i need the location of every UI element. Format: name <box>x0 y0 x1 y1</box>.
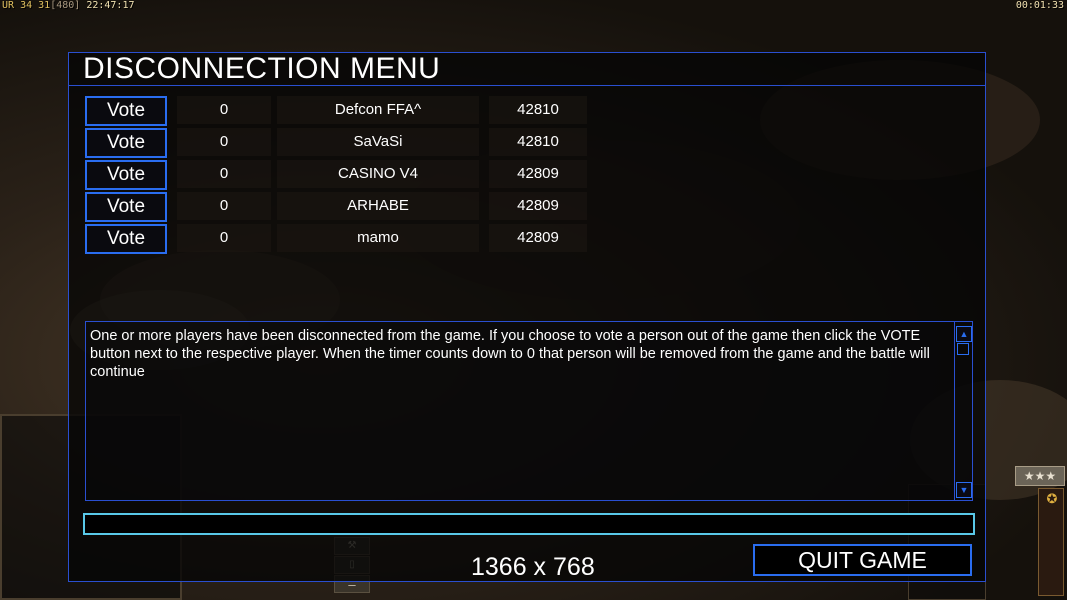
player-name: Defcon FFA^ <box>277 96 479 124</box>
player-ping: 42810 <box>489 128 587 156</box>
scroll-thumb[interactable] <box>957 343 969 355</box>
message-scrollbar[interactable]: ▲ ▼ <box>954 322 972 500</box>
chat-input[interactable] <box>83 513 975 535</box>
hud-prefix: UR <box>2 0 15 11</box>
player-ping: 42809 <box>489 160 587 188</box>
player-ping: 42809 <box>489 192 587 220</box>
vote-button[interactable]: Vote <box>85 96 167 126</box>
vote-button[interactable]: Vote <box>85 160 167 190</box>
vote-count: 0 <box>177 96 271 124</box>
scroll-down-arrow-icon[interactable]: ▼ <box>956 482 972 498</box>
hud-bracket: [480] <box>50 0 81 11</box>
player-name: mamo <box>277 224 479 252</box>
scroll-up-arrow-icon[interactable]: ▲ <box>956 326 972 342</box>
player-ping: 42810 <box>489 96 587 124</box>
vote-count: 0 <box>177 192 271 220</box>
hud-timer: 00:01:33 <box>1015 0 1064 11</box>
hud-values: 34 31 <box>20 0 51 11</box>
vote-count: 0 <box>177 224 271 252</box>
disconnection-menu: DISCONNECTION MENU Vote 0 Defcon FFA^ 42… <box>68 52 986 582</box>
disconnect-message: One or more players have been disconnect… <box>90 328 930 380</box>
vote-button[interactable]: Vote <box>85 224 167 254</box>
vote-button[interactable]: Vote <box>85 128 167 158</box>
menu-title: DISCONNECTION MENU <box>83 52 441 85</box>
quit-game-button[interactable]: QUIT GAME <box>753 544 972 576</box>
rank-stars-tab[interactable]: ★★★ <box>1015 466 1065 486</box>
player-name: ARHABE <box>277 192 479 220</box>
player-name: CASINO V4 <box>277 160 479 188</box>
vote-count: 0 <box>177 128 271 156</box>
hud-stats: UR 34 31[480] 22:47:17 <box>2 0 135 11</box>
player-name: SaVaSi <box>277 128 479 156</box>
resolution-label: 1366 x 768 <box>471 553 595 581</box>
player-ping: 42809 <box>489 224 587 252</box>
message-box[interactable]: One or more players have been disconnect… <box>85 321 973 501</box>
vote-button[interactable]: Vote <box>85 192 167 222</box>
star-medal-icon: ✪ <box>1046 491 1058 506</box>
title-bar: DISCONNECTION MENU <box>69 53 985 86</box>
vote-count: 0 <box>177 160 271 188</box>
hud-clock: 22:47:17 <box>86 0 135 11</box>
